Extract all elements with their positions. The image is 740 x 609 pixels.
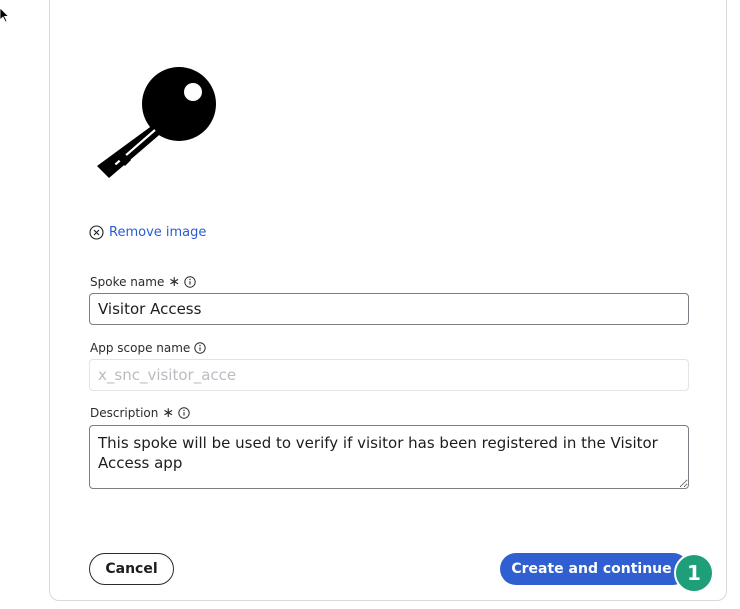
spoke-name-label: Spoke name [90,275,165,289]
info-icon[interactable] [178,407,190,419]
spoke-name-input[interactable] [89,293,689,325]
cancel-button[interactable]: Cancel [89,553,174,585]
spoke-name-label-row: Spoke name ∗ [90,275,196,289]
remove-circle-icon [89,225,104,240]
app-scope-name-input [89,359,689,391]
app-scope-name-label: App scope name [90,341,191,355]
description-textarea[interactable]: This spoke will be used to verify if vis… [89,425,689,489]
required-asterisk: ∗ [168,274,181,290]
description-label: Description [90,406,159,420]
required-asterisk: ∗ [162,405,175,421]
description-label-row: Description ∗ [90,406,190,420]
remove-image-link[interactable]: Remove image [89,225,206,240]
remove-image-label: Remove image [109,225,207,240]
step-number-badge: 1 [674,553,714,593]
key-icon [95,66,219,180]
info-icon[interactable] [184,276,196,288]
mouse-cursor-icon [0,7,10,28]
info-icon[interactable] [194,342,206,354]
create-and-continue-button[interactable]: Create and continue [500,553,689,585]
app-scope-label-row: App scope name [90,341,206,355]
